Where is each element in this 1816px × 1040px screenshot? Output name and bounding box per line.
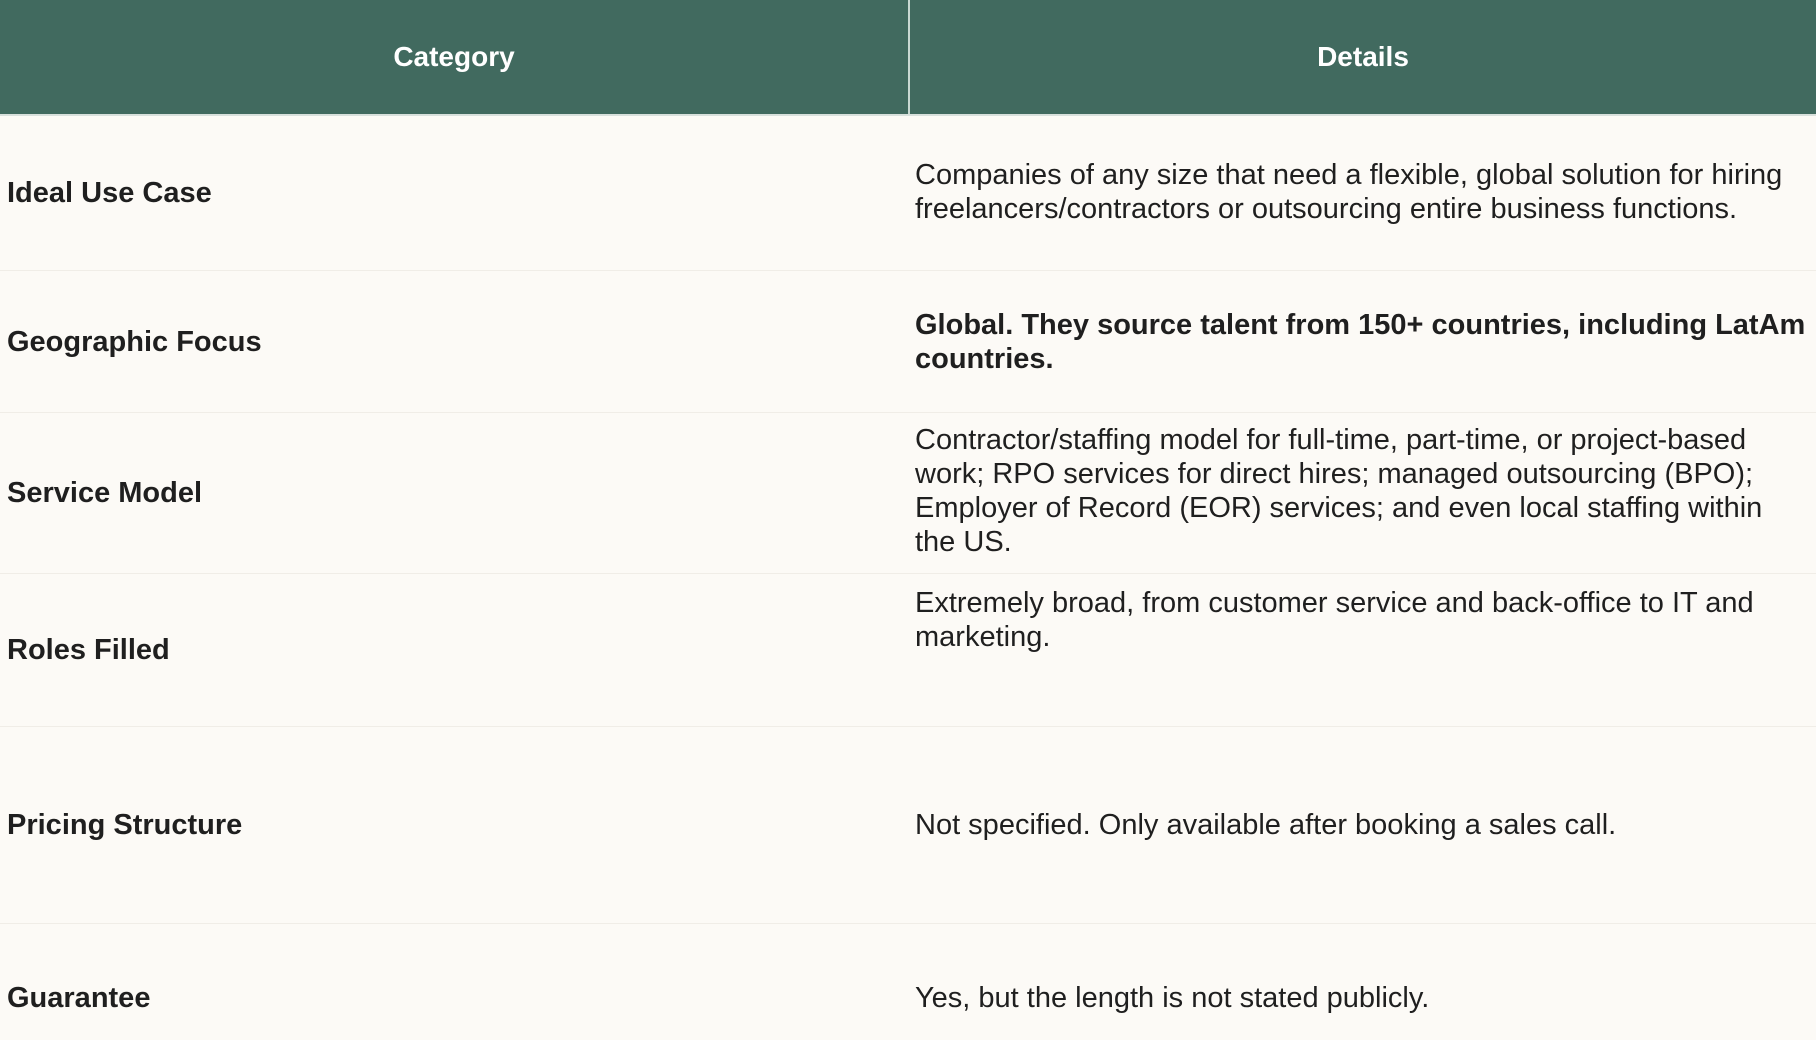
row-category: Pricing Structure (0, 726, 909, 924)
row-details: Extremely broad, from customer service a… (909, 573, 1816, 727)
row-category: Service Model (0, 412, 909, 574)
row-category: Guarantee (0, 923, 909, 1040)
row-details: Contractor/staffing model for full-time,… (909, 412, 1816, 574)
table-header-row: Category Details (0, 0, 1816, 116)
table-row: Pricing Structure Not specified. Only av… (0, 726, 1816, 924)
row-category: Roles Filled (0, 573, 909, 727)
row-details: Global. They source talent from 150+ cou… (909, 270, 1816, 413)
column-header-details: Details (908, 0, 1816, 116)
row-category: Geographic Focus (0, 270, 909, 413)
table-row: Service Model Contractor/staffing model … (0, 412, 1816, 574)
table-row: Geographic Focus Global. They source tal… (0, 270, 1816, 413)
row-details: Companies of any size that need a flexib… (909, 114, 1816, 271)
row-category: Ideal Use Case (0, 114, 909, 271)
row-details: Yes, but the length is not stated public… (909, 923, 1816, 1040)
column-header-category: Category (0, 0, 909, 116)
table-row: Guarantee Yes, but the length is not sta… (0, 923, 1816, 1040)
row-details: Not specified. Only available after book… (909, 726, 1816, 924)
comparison-table: Category Details Ideal Use Case Companie… (0, 0, 1816, 1040)
table-row: Ideal Use Case Companies of any size tha… (0, 114, 1816, 271)
table-row: Roles Filled Extremely broad, from custo… (0, 573, 1816, 727)
